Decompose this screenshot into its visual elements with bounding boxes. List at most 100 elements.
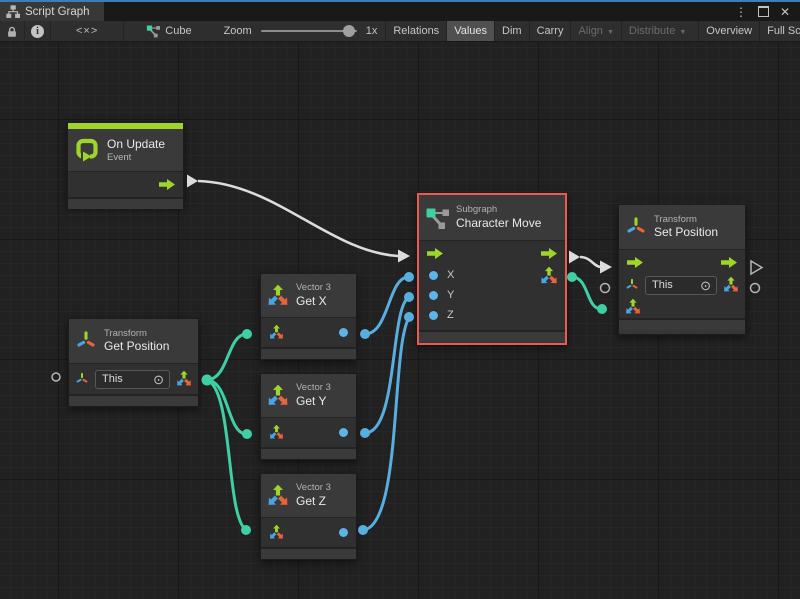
node-title: Get X	[296, 294, 331, 309]
node-body	[261, 417, 356, 447]
maximize-button[interactable]	[755, 4, 771, 20]
node-footer	[68, 197, 183, 209]
node-title: Character Move	[456, 216, 541, 231]
window-controls: ⋮ ✕	[733, 2, 800, 21]
node-header: Vector 3 Get Y	[261, 374, 356, 417]
transform-input-port[interactable]	[75, 372, 89, 386]
float-output-port[interactable]	[339, 428, 348, 437]
node-get-y[interactable]: Vector 3 Get Y	[260, 373, 357, 460]
input-port-x[interactable]	[429, 271, 438, 280]
graph-breadcrumb[interactable]: Cube	[138, 21, 199, 41]
node-header: Transform Set Position	[619, 205, 745, 249]
values-button[interactable]: Values	[446, 21, 494, 41]
float-output-port[interactable]	[339, 528, 348, 537]
node-footer	[619, 318, 745, 330]
full-screen-button[interactable]: Full Screen	[759, 21, 800, 41]
node-get-z[interactable]: Vector 3 Get Z	[260, 473, 357, 560]
code-icon: <×>	[58, 25, 116, 37]
flow-input-port[interactable]	[627, 257, 643, 268]
graph-toolbar: i <×> Cube Zoom 1x Relations Values Dim …	[0, 21, 800, 42]
target-object-field[interactable]: This ⊙	[645, 276, 717, 295]
target-object-value: This	[102, 373, 123, 385]
node-header: Subgraph Character Move	[419, 195, 565, 240]
vector3-input-port[interactable]	[269, 525, 284, 540]
tab-script-graph[interactable]: Script Graph	[0, 2, 104, 21]
flow-output-port[interactable]	[541, 248, 557, 259]
node-header: Transform Get Position	[69, 319, 198, 363]
carry-button[interactable]: Carry	[529, 21, 571, 41]
input-port-y[interactable]	[429, 291, 438, 300]
overview-label: Overview	[706, 25, 752, 37]
node-title: Get Y	[296, 394, 331, 409]
vector3-icon	[267, 485, 289, 507]
dim-label: Dim	[502, 25, 522, 37]
window-menu-button[interactable]: ⋮	[733, 4, 749, 20]
vector3-output-port[interactable]	[540, 267, 558, 285]
overview-button[interactable]: Overview	[698, 21, 759, 41]
graph-tab-icon	[6, 5, 20, 19]
target-object-field[interactable]: This ⊙	[95, 370, 170, 389]
distribute-dropdown[interactable]: Distribute ▼	[621, 21, 693, 41]
input-port-x-label: X	[447, 269, 454, 281]
close-icon: ✕	[780, 5, 790, 19]
node-title: Set Position	[654, 225, 718, 240]
node-header: Vector 3 Get X	[261, 274, 356, 317]
chevron-down-icon: ▼	[679, 29, 686, 36]
node-title: On Update	[107, 137, 165, 152]
object-picker-icon[interactable]: ⊙	[700, 279, 711, 292]
relations-button[interactable]: Relations	[385, 21, 446, 41]
node-body	[68, 171, 183, 197]
node-header: On Update Event	[68, 129, 183, 171]
transform-icon	[625, 216, 647, 238]
node-on-update[interactable]: On Update Event	[67, 122, 184, 206]
node-category: Transform	[654, 214, 718, 226]
node-category: Vector 3	[296, 482, 331, 494]
node-header: Vector 3 Get Z	[261, 474, 356, 517]
node-category: Subgraph	[456, 204, 541, 216]
full-screen-label: Full Screen	[767, 25, 800, 37]
edit-graph-button[interactable]: <×>	[51, 21, 124, 41]
on-update-loop-icon	[74, 137, 100, 163]
node-get-x[interactable]: Vector 3 Get X	[260, 273, 357, 360]
toolbar-toggle-group: Relations Values Dim Carry Align ▼ Distr…	[385, 21, 800, 41]
node-get-position[interactable]: Transform Get Position This ⊙	[68, 318, 199, 407]
node-body: X Y Z	[419, 240, 565, 330]
node-category: Vector 3	[296, 382, 331, 394]
object-picker-icon[interactable]: ⊙	[153, 373, 164, 386]
inspect-button[interactable]: i	[25, 21, 51, 41]
align-dropdown[interactable]: Align ▼	[570, 21, 620, 41]
float-output-port[interactable]	[339, 328, 348, 337]
node-set-position[interactable]: Transform Set Position This ⊙	[618, 204, 746, 335]
relations-label: Relations	[393, 25, 439, 37]
graph-asset-icon	[146, 24, 160, 38]
flow-output-port[interactable]	[721, 257, 737, 268]
lock-button[interactable]	[0, 21, 25, 41]
transform-input-port[interactable]	[625, 278, 639, 292]
node-character-move[interactable]: Subgraph Character Move X Y Z	[417, 193, 567, 345]
node-body: This ⊙	[69, 363, 198, 394]
node-footer	[261, 547, 356, 559]
vector3-input-port[interactable]	[625, 299, 641, 315]
distribute-label: Distribute	[629, 25, 675, 37]
zoom-control: Zoom 1x	[216, 21, 386, 41]
align-label: Align	[578, 25, 602, 37]
tab-title: Script Graph	[25, 6, 90, 18]
vector3-input-port[interactable]	[269, 325, 284, 340]
tab-bar: Script Graph ⋮ ✕	[0, 2, 800, 21]
node-body: This ⊙	[619, 249, 745, 318]
info-icon: i	[31, 25, 44, 38]
graph-owner-label: Cube	[165, 25, 191, 37]
zoom-slider[interactable]	[261, 30, 357, 32]
vector3-output-port[interactable]	[723, 277, 739, 293]
zoom-slider-handle[interactable]	[343, 25, 355, 37]
node-footer	[261, 347, 356, 359]
vector3-output-port[interactable]	[176, 371, 192, 387]
close-button[interactable]: ✕	[777, 4, 793, 20]
vector3-input-port[interactable]	[269, 425, 284, 440]
input-port-z[interactable]	[429, 311, 438, 320]
dim-button[interactable]: Dim	[494, 21, 529, 41]
flow-output-port[interactable]	[159, 179, 175, 190]
maximize-icon	[758, 6, 769, 17]
subgraph-icon	[425, 206, 449, 230]
flow-input-port[interactable]	[427, 248, 443, 259]
